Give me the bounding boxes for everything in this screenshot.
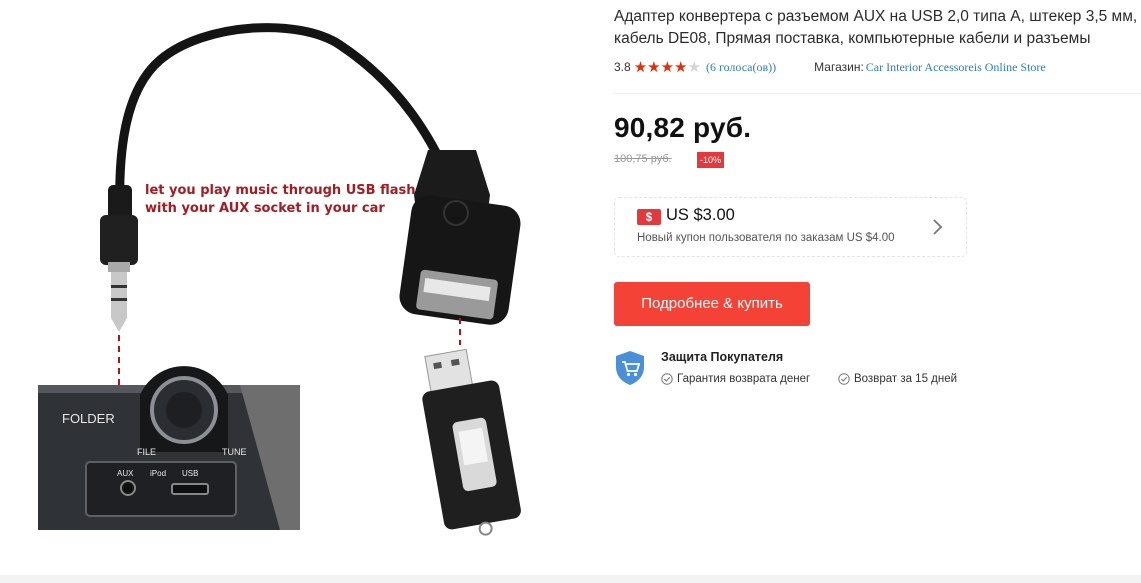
label-usb: USB — [182, 469, 198, 478]
jack-body — [100, 215, 138, 265]
store-link[interactable]: Car Interior Accessoreis Online Store — [866, 60, 1046, 75]
discount-badge: -10% — [697, 152, 724, 168]
image-caption-line2: with your AUX socket in your car — [145, 201, 385, 216]
coupon-description: Новый купон пользователя по заказам US $… — [637, 232, 895, 244]
star-filled-icon: ★ — [660, 58, 675, 76]
check-circle-icon — [838, 373, 850, 385]
rating-value: 3.8 — [614, 60, 631, 74]
chevron-right-icon — [933, 219, 943, 235]
dollar-coupon-icon: $ — [637, 209, 661, 225]
store-label: Магазин: — [814, 60, 864, 74]
shield-cart-icon — [616, 351, 644, 385]
product-title: Адаптер конвертера с разъемом AUX на USB… — [614, 8, 1138, 47]
star-filled-icon: ★ — [647, 58, 661, 76]
current-price: 90,82 руб. — [614, 112, 752, 143]
votes-link[interactable]: (6 голоса(ов)) — [706, 60, 776, 75]
image-caption-line1: let you play music through USB flash — [145, 183, 415, 198]
guarantee-money-back: Гарантия возврата денег — [661, 373, 810, 385]
guarantee-label: Возврат за 15 дней — [854, 373, 958, 385]
star-filled-icon: ★ — [674, 58, 688, 76]
product-image[interactable]: FOLDER FILE TUNE AUX iPod USB let you pl… — [0, 0, 560, 560]
star-filled-icon: ★ — [633, 58, 648, 76]
label-folder: FOLDER — [62, 411, 115, 426]
buy-button[interactable]: Подробнее & купить — [614, 282, 810, 326]
buyer-protection: Защита Покупателя Гарантия возврата дене… — [614, 348, 1141, 394]
star-empty-icon: ★ — [687, 58, 701, 76]
jack-plug — [108, 262, 130, 272]
guarantee-return: Возврат за 15 дней — [838, 373, 957, 385]
label-aux: AUX — [117, 469, 134, 478]
label-file: FILE — [137, 447, 156, 457]
car-radio-panel — [38, 366, 300, 530]
protection-title: Защита Покупателя — [661, 350, 784, 364]
rating-row: 3.8 ★ ★ ★ ★ ★ (6 голоса(ов)) Магазин: Car In… — [614, 58, 1141, 76]
usb-flash-drive — [422, 348, 521, 536]
label-ipod: iPod — [150, 469, 166, 478]
check-circle-icon — [661, 373, 673, 385]
bottom-bar — [0, 575, 1141, 583]
coupon-box[interactable]: $ US $3.00 Новый купон пользователя по з… — [614, 197, 967, 257]
divider — [614, 93, 1141, 94]
rating-stars: ★ ★ ★ ★ ★ — [634, 60, 701, 75]
product-page: FOLDER FILE TUNE AUX iPod USB let you pl… — [0, 0, 1141, 583]
coupon-amount: US $3.00 — [666, 206, 735, 224]
old-price: 100,75 руб. — [614, 153, 672, 165]
product-photo: FOLDER FILE TUNE AUX iPod USB let you pl… — [38, 23, 521, 536]
label-tune: TUNE — [222, 447, 247, 457]
guarantee-label: Гарантия возврата денег — [677, 373, 811, 385]
